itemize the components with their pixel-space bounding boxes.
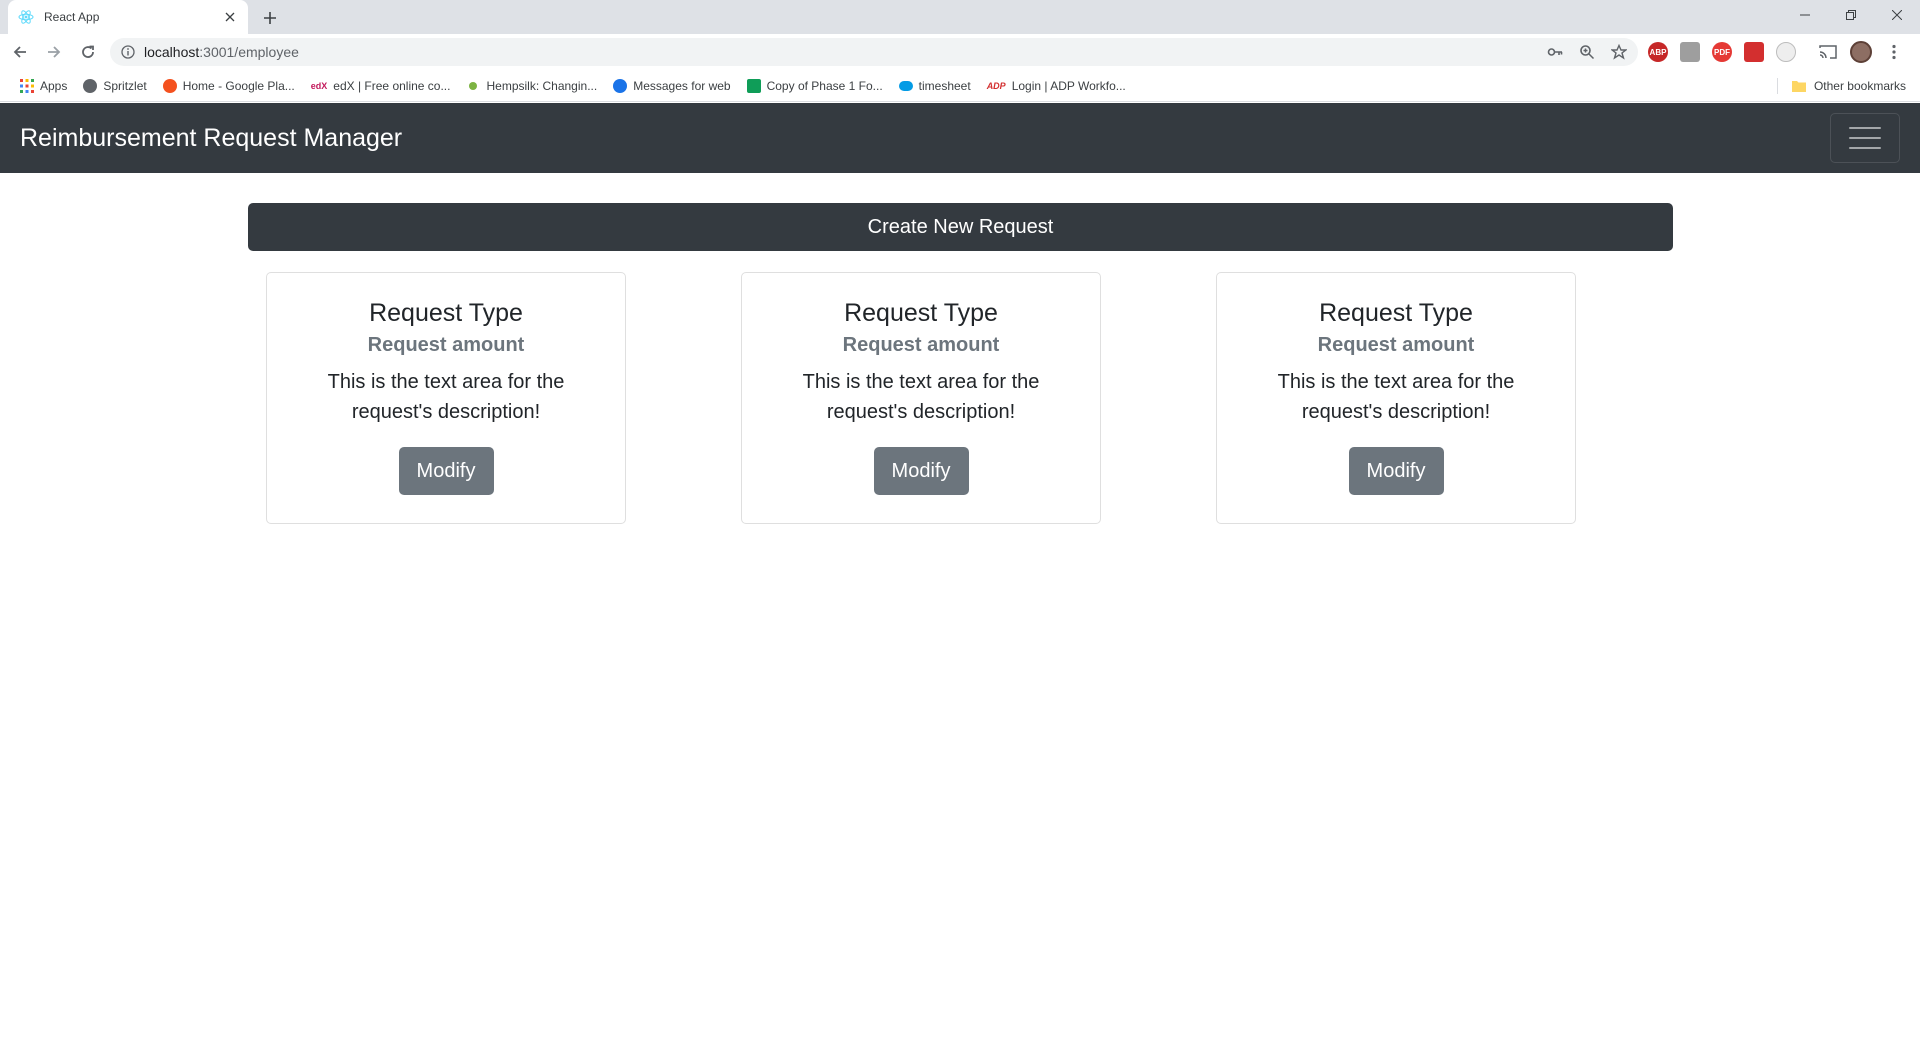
bookmark-timesheet[interactable]: timesheet	[891, 74, 979, 98]
url-path: :3001/employee	[199, 44, 299, 60]
card-title: Request Type	[1319, 299, 1473, 327]
card-subtitle: Request amount	[1317, 334, 1475, 356]
hamburger-line	[1849, 127, 1881, 129]
card-title: Request Type	[369, 299, 523, 327]
hamburger-line	[1849, 147, 1881, 149]
other-bookmarks[interactable]: Other bookmarks	[1791, 74, 1906, 98]
modify-button[interactable]: Modify	[1348, 447, 1444, 495]
google-play-icon	[162, 78, 177, 93]
zoom-icon[interactable]	[1578, 43, 1596, 61]
salesforce-cloud-icon	[898, 80, 913, 91]
card-subtitle: Request amount	[367, 334, 525, 356]
bookmark-hempsilk[interactable]: Hempsilk: Changin...	[458, 74, 605, 98]
navbar-brand[interactable]: Reimbursement Request Manager	[20, 124, 402, 153]
bookmark-messages[interactable]: Messages for web	[605, 74, 738, 98]
bookmark-star-icon[interactable]	[1610, 43, 1628, 61]
address-bar[interactable]: localhost:3001/employee	[110, 38, 1638, 66]
card-subtitle: Request amount	[842, 334, 1000, 356]
modify-button[interactable]: Modify	[398, 447, 494, 495]
card-title: Request Type	[844, 299, 998, 327]
messages-icon	[613, 78, 628, 93]
request-card: Request Type Request amount This is the …	[1216, 272, 1576, 524]
react-logo-icon	[18, 9, 34, 25]
minimize-icon[interactable]	[1782, 0, 1828, 30]
info-icon[interactable]	[120, 44, 136, 60]
bookmark-adp[interactable]: ADP Login | ADP Workfo...	[979, 74, 1134, 98]
card-text: This is the text area for the request's …	[327, 371, 565, 423]
folder-icon	[1791, 80, 1806, 92]
bookmark-label: Messages for web	[633, 78, 731, 93]
card-text: This is the text area for the request's …	[1277, 371, 1515, 423]
bookmark-label: edX | Free online co...	[333, 78, 451, 93]
reload-icon[interactable]	[74, 38, 102, 66]
url-text[interactable]: localhost:3001/employee	[144, 44, 1546, 60]
bookmark-label: Home - Google Pla...	[182, 78, 295, 93]
other-bookmarks-label: Other bookmarks	[1813, 79, 1906, 93]
profile-avatar[interactable]	[1850, 41, 1872, 63]
card-text: This is the text area for the request's …	[802, 371, 1040, 423]
edx-icon: edX	[310, 80, 328, 91]
timer-extension-icon[interactable]	[1776, 42, 1796, 62]
bookmark-phase-form[interactable]: Copy of Phase 1 Fo...	[739, 74, 891, 98]
app-navbar: Reimbursement Request Manager	[0, 103, 1920, 173]
restore-icon[interactable]	[1828, 0, 1874, 30]
bookmarks-bar: Apps Spritzlet Home - Google Pla... edX …	[0, 70, 1920, 102]
browser-toolbar: localhost:3001/employee ABP PDF	[0, 34, 1920, 70]
sheets-icon	[746, 78, 761, 93]
bookmark-label: Spritzlet	[103, 78, 147, 93]
browser-tab[interactable]: React App	[8, 0, 248, 34]
back-arrow-icon[interactable]	[6, 38, 34, 66]
adp-icon: ADP	[986, 80, 1006, 91]
key-icon[interactable]	[1546, 43, 1564, 61]
screen-extension-icon[interactable]	[1680, 42, 1700, 62]
apps-grid-icon	[20, 78, 34, 93]
window-close-icon[interactable]	[1874, 0, 1920, 30]
tab-strip: React App	[0, 0, 1920, 34]
cast-icon[interactable]	[1818, 42, 1838, 62]
bookmark-google-play[interactable]: Home - Google Pla...	[155, 74, 303, 98]
extension-icon[interactable]	[1744, 42, 1764, 62]
bookmarks-divider	[1777, 78, 1778, 94]
adblock-extension-icon[interactable]: ABP	[1648, 42, 1668, 62]
hamburger-line	[1849, 137, 1881, 139]
modify-button[interactable]: Modify	[873, 447, 969, 495]
bookmark-label: Hempsilk: Changin...	[486, 78, 598, 93]
new-tab-plus-icon[interactable]	[258, 6, 282, 30]
navbar-toggler-hamburger-icon[interactable]	[1830, 113, 1900, 163]
create-new-request-button[interactable]: Create New Request	[248, 203, 1673, 251]
extensions-area: ABP PDF	[1648, 38, 1904, 66]
pdf-extension-icon[interactable]: PDF	[1712, 42, 1732, 62]
bookmark-label: Copy of Phase 1 Fo...	[766, 78, 883, 93]
request-card: Request Type Request amount This is the …	[741, 272, 1101, 524]
bookmark-apps[interactable]: Apps	[12, 74, 75, 98]
request-card: Request Type Request amount This is the …	[266, 272, 626, 524]
spritzlet-icon	[83, 78, 98, 93]
bookmark-spritzlet[interactable]: Spritzlet	[75, 74, 154, 98]
forward-arrow-icon[interactable]	[40, 38, 68, 66]
bookmark-edx[interactable]: edX edX | Free online co...	[303, 74, 459, 98]
bookmark-label: Login | ADP Workfo...	[1011, 78, 1126, 93]
hempsilk-icon	[469, 81, 478, 90]
bookmark-label: timesheet	[918, 78, 971, 93]
bookmark-label: Apps	[40, 78, 68, 93]
window-controls	[1782, 0, 1920, 30]
url-host: localhost	[144, 44, 200, 60]
close-icon[interactable]	[222, 9, 238, 25]
menu-dots-icon[interactable]	[1884, 42, 1904, 62]
tab-title: React App	[44, 10, 100, 24]
